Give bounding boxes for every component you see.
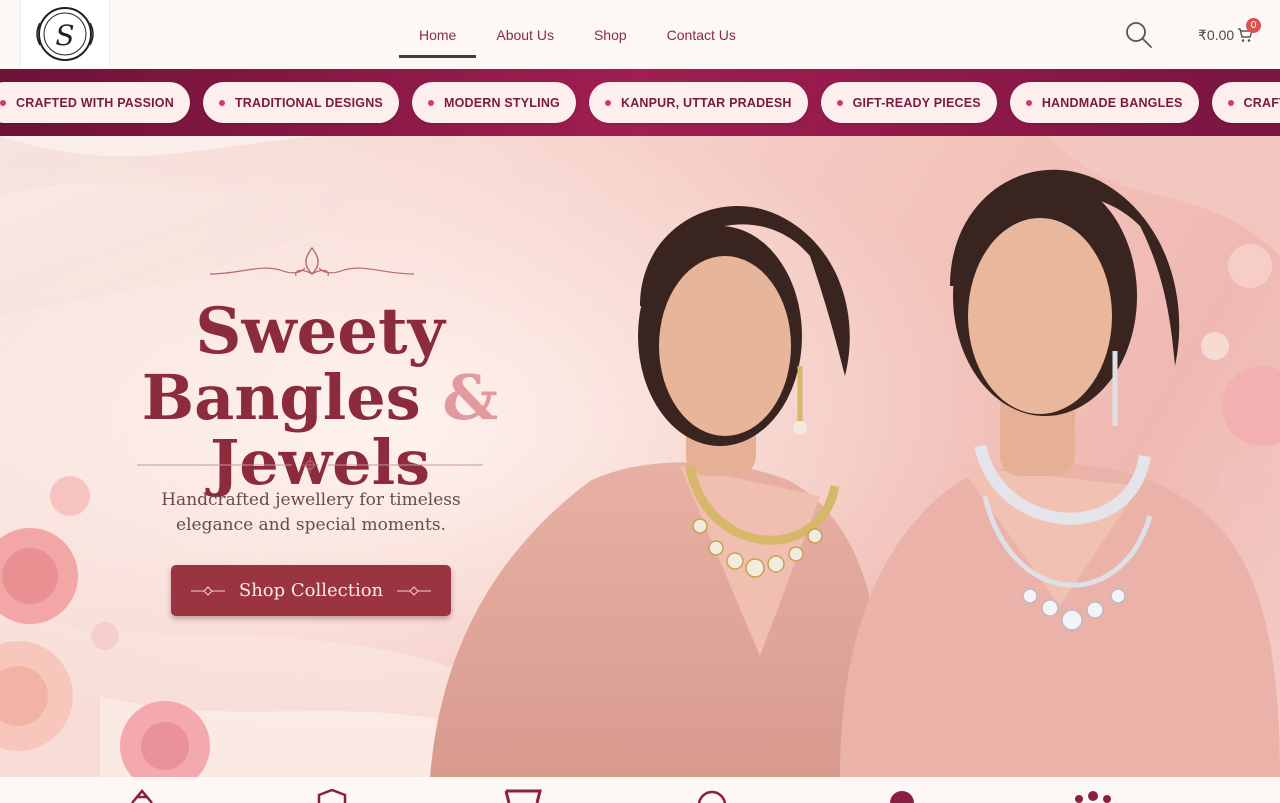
hero-subtitle-line1: Handcrafted jewellery for timeless <box>161 490 461 510</box>
site-logo[interactable]: S <box>20 0 110 68</box>
hero-title-line1: Sweety <box>195 294 445 369</box>
marquee-pill-label: GIFT-READY PIECES <box>852 95 981 110</box>
ornament-right-icon <box>397 585 432 596</box>
nav-shop[interactable]: Shop <box>574 0 647 69</box>
marquee-pill: CRAFTED WITH PA <box>1211 82 1280 123</box>
search-icon <box>1126 22 1152 48</box>
marquee-pill: GIFT-READY PIECES <box>820 82 997 123</box>
ornament-divider-icon <box>137 457 483 473</box>
cart-button[interactable]: ₹0.00 0 <box>1198 18 1261 46</box>
cart-total: ₹0.00 <box>1198 26 1235 43</box>
ornament-left-icon <box>190 585 225 596</box>
category-icon[interactable] <box>1071 789 1115 803</box>
bullet-dot-icon <box>1025 99 1032 106</box>
bullet-dot-icon <box>604 99 611 106</box>
feature-marquee: CRAFTED WITH PASSION TRADITIONAL DESIGNS… <box>0 69 1280 136</box>
marquee-pill: CRAFTED WITH PASSION <box>0 82 190 123</box>
marquee-pill-label: KANPUR, UTTAR PRADESH <box>620 95 792 110</box>
bullet-dot-icon <box>427 99 434 106</box>
category-icon[interactable] <box>504 789 542 803</box>
category-icon[interactable] <box>317 789 347 803</box>
category-icon[interactable] <box>128 789 156 803</box>
svg-text:S: S <box>55 19 74 52</box>
cart-count-badge: 0 <box>1246 18 1261 33</box>
main-nav: Home About Us Shop Contact Us <box>399 0 756 69</box>
shop-collection-label: Shop Collection <box>238 580 384 601</box>
logo-emblem-icon: S <box>36 7 94 61</box>
hero-title-ampersand: & <box>442 361 499 435</box>
marquee-pill: MODERN STYLING <box>411 82 576 123</box>
marquee-pill-label: HANDMADE BANGLES <box>1041 95 1183 110</box>
nav-about-us[interactable]: About Us <box>476 0 574 69</box>
ornament-flourish-icon <box>210 246 414 277</box>
marquee-pill: KANPUR, UTTAR PRADESH <box>588 82 808 123</box>
hero-subtitle: Handcrafted jewellery for timeless elega… <box>120 488 502 538</box>
nav-contact-us[interactable]: Contact Us <box>647 0 756 69</box>
bullet-dot-icon <box>836 99 843 106</box>
search-button[interactable] <box>1124 20 1154 50</box>
hero-subtitle-line2: elegance and special moments. <box>176 515 446 535</box>
hero-title-line2: Bangles & Jewels <box>60 365 580 495</box>
marquee-track: CRAFTED WITH PASSION TRADITIONAL DESIGNS… <box>0 82 1280 123</box>
hero-banner: Sweety Bangles & Jewels Handcrafted jewe… <box>0 136 1280 777</box>
marquee-pill: HANDMADE BANGLES <box>1009 82 1199 123</box>
site-header: S Home About Us Shop Contact Us ₹0.00 0 <box>0 0 1280 69</box>
category-icon[interactable] <box>888 789 916 803</box>
marquee-pill-label: TRADITIONAL DESIGNS <box>234 95 383 110</box>
category-icon-strip <box>0 777 1280 803</box>
marquee-pill-label: CRAFTED WITH PASSION <box>16 95 174 110</box>
bullet-dot-icon <box>218 99 225 106</box>
bullet-dot-icon <box>0 99 6 106</box>
marquee-pill-label: CRAFTED WITH PA <box>1243 95 1280 110</box>
marquee-pill: TRADITIONAL DESIGNS <box>202 82 399 123</box>
category-icon[interactable] <box>696 789 728 803</box>
hero-title-word-bangles: Bangles <box>141 361 421 435</box>
marquee-pill-label: MODERN STYLING <box>443 95 560 110</box>
bullet-dot-icon <box>1227 99 1234 106</box>
nav-home[interactable]: Home <box>399 0 477 69</box>
shop-collection-button[interactable]: Shop Collection <box>171 565 451 616</box>
